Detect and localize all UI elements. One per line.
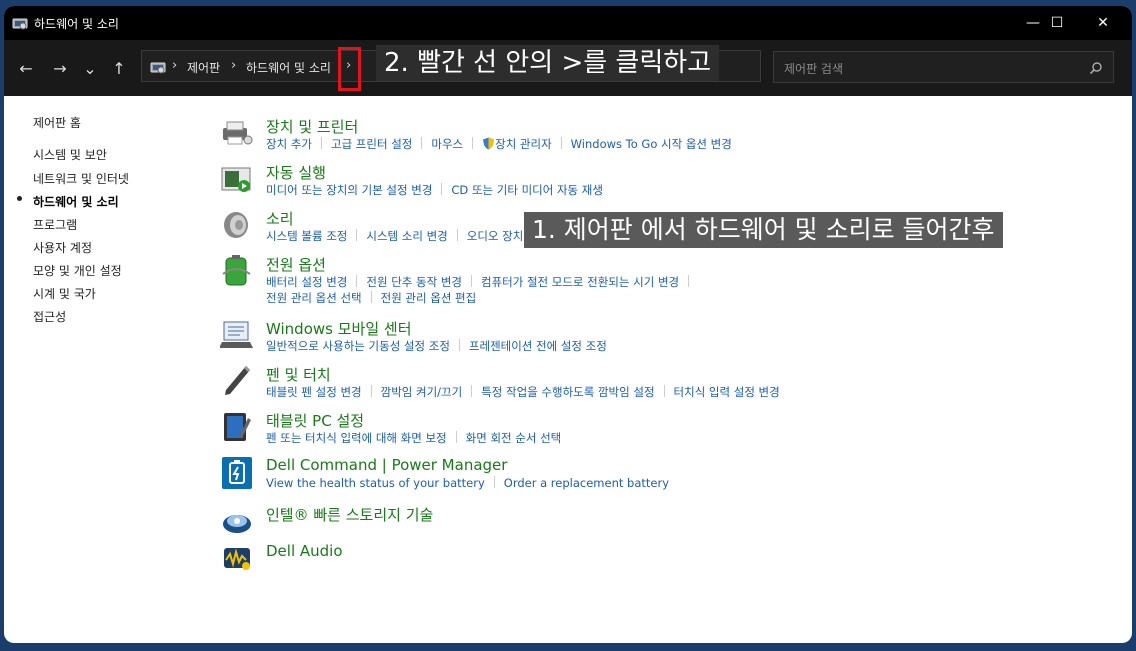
recent-locations-button[interactable]: ⌄	[78, 56, 102, 80]
sidebar-item-system-security[interactable]: 시스템 및 보안	[33, 146, 107, 163]
link-device-manager[interactable]: 장치 관리자	[495, 136, 552, 152]
annotation-step-1: 1. 제어판 에서 하드웨어 및 소리로 들어간후	[524, 212, 1003, 248]
link-battery-health[interactable]: View the health status of your battery	[266, 476, 485, 490]
up-button[interactable]: ↑	[107, 56, 131, 80]
link-media-defaults[interactable]: 미디어 또는 장치의 기본 설정 변경	[266, 182, 432, 198]
category-title[interactable]: Dell Audio	[266, 542, 343, 560]
arrow-up-icon: ↑	[112, 58, 126, 78]
sidebar-item-appearance[interactable]: 모양 및 개인 설정	[33, 262, 122, 279]
navigation-bar: ← → ⌄ ↑ › 제어판 › 하드웨어 및 소리 › 2. 빨간 선 안의 >…	[4, 40, 1132, 96]
chevron-down-icon: ⌄	[83, 58, 97, 78]
link-mouse[interactable]: 마우스	[431, 136, 463, 152]
link-presentation-settings[interactable]: 프레젠테이션 전에 설정 조정	[469, 338, 607, 354]
link-flicks-settings[interactable]: 특정 작업을 수행하도록 깜박임 설정	[481, 384, 654, 400]
link-rotation-order[interactable]: 화면 회전 순서 선택	[466, 430, 562, 446]
category-links: 배터리 설정 변경 전원 단추 동작 변경 컴퓨터가 절전 모드로 전환되는 시기 …	[266, 274, 698, 290]
pen-icon[interactable]	[220, 364, 254, 398]
sidebar: 제어판 홈 시스템 및 보안 네트워크 및 인터넷 하드웨어 및 소리 프로그램…	[4, 96, 214, 643]
dell-power-icon[interactable]	[220, 456, 254, 490]
control-panel-window: 하드웨어 및 소리 — ☐ ✕ ← → ⌄ ↑ › 제어판 › 하드웨어 및 소…	[4, 6, 1132, 643]
sidebar-item-hardware-sound[interactable]: 하드웨어 및 소리	[33, 193, 119, 210]
category-title[interactable]: Dell Command | Power Manager	[266, 456, 507, 474]
link-power-button[interactable]: 전원 단추 동작 변경	[366, 274, 462, 290]
category-links: 미디어 또는 장치의 기본 설정 변경 CD 또는 기타 미디어 자동 재생	[266, 182, 603, 198]
dell-audio-icon[interactable]	[220, 542, 254, 576]
category-links: 태블릿 펜 설정 변경 깜박임 켜기/끄기 특정 작업을 수행하도록 깜박임 설정 터…	[266, 384, 780, 400]
link-advanced-printer[interactable]: 고급 프린터 설정	[331, 136, 412, 152]
link-flicks-toggle[interactable]: 깜박임 켜기/끄기	[381, 384, 463, 400]
tablet-icon[interactable]	[220, 410, 254, 444]
link-calibrate-screen[interactable]: 펜 또는 터치식 입력에 대해 화면 보정	[266, 430, 447, 446]
search-icon	[1089, 60, 1103, 79]
arrow-right-icon: →	[53, 58, 67, 78]
link-system-sounds[interactable]: 시스템 소리 변경	[366, 228, 447, 244]
close-button[interactable]: ✕	[1080, 6, 1126, 40]
breadcrumb-separator[interactable]: ›	[172, 58, 177, 73]
link-pen-settings[interactable]: 태블릿 펜 설정 변경	[266, 384, 362, 400]
link-volume[interactable]: 시스템 볼륨 조정	[266, 228, 347, 244]
link-windows-to-go[interactable]: Windows To Go 시작 옵션 변경	[571, 136, 732, 152]
search-placeholder: 제어판 검색	[784, 62, 844, 76]
title-bar: 하드웨어 및 소리 — ☐ ✕	[4, 6, 1132, 40]
printer-icon[interactable]	[220, 116, 254, 150]
link-battery-settings[interactable]: 배터리 설정 변경	[266, 274, 347, 290]
category-links: 시스템 볼륨 조정 시스템 소리 변경 오디오 장치 관리	[266, 228, 548, 244]
speaker-icon[interactable]	[220, 208, 254, 242]
category-links-row-2: 전원 관리 옵션 선택 전원 관리 옵션 편집	[266, 290, 476, 306]
breadcrumb-hardware-sound[interactable]: 하드웨어 및 소리	[246, 59, 331, 76]
breadcrumb-control-panel[interactable]: 제어판	[187, 59, 220, 76]
category-title[interactable]: 인텔® 빠른 스토리지 기술	[266, 504, 433, 525]
link-mobility-settings[interactable]: 일반적으로 사용하는 기동성 설정 조정	[266, 338, 450, 354]
sidebar-item-home[interactable]: 제어판 홈	[33, 114, 81, 131]
category-links: 일반적으로 사용하는 기동성 설정 조정 프레젠테이션 전에 설정 조정	[266, 338, 607, 354]
sidebar-item-clock-region[interactable]: 시계 및 국가	[33, 285, 96, 302]
forward-button[interactable]: →	[48, 56, 72, 80]
maximize-button[interactable]: ☐	[1034, 6, 1080, 40]
link-cd-autoplay[interactable]: CD 또는 기타 미디어 자동 재생	[451, 182, 603, 198]
control-panel-icon	[150, 60, 166, 79]
breadcrumb-separator[interactable]: ›	[231, 58, 236, 73]
annotation-step-2: 2. 빨간 선 안의 >를 클릭하고	[376, 45, 720, 81]
search-box[interactable]: 제어판 검색	[773, 51, 1114, 83]
link-sleep-timing[interactable]: 컴퓨터가 절전 모드로 전환되는 시기 변경	[481, 274, 679, 290]
link-edit-power-plan[interactable]: 전원 관리 옵션 편집	[381, 291, 477, 305]
category-title[interactable]: 전원 옵션	[266, 254, 326, 275]
category-title[interactable]: 자동 실행	[266, 162, 326, 183]
category-title[interactable]: 소리	[266, 208, 294, 229]
link-add-device[interactable]: 장치 추가	[266, 136, 312, 152]
category-title[interactable]: Windows 모바일 센터	[266, 318, 412, 339]
sidebar-item-programs[interactable]: 프로그램	[33, 216, 77, 233]
autoplay-icon[interactable]	[220, 162, 254, 196]
category-title[interactable]: 펜 및 터치	[266, 364, 331, 385]
red-highlight-box	[338, 47, 361, 91]
mobility-center-icon[interactable]	[219, 318, 254, 352]
battery-icon[interactable]	[220, 254, 254, 288]
category-title[interactable]: 태블릿 PC 설정	[266, 410, 364, 431]
sidebar-item-accessibility[interactable]: 접근성	[33, 308, 66, 325]
sidebar-item-network[interactable]: 네트워크 및 인터넷	[33, 170, 129, 187]
window-title: 하드웨어 및 소리	[34, 17, 119, 31]
shield-icon	[482, 137, 495, 151]
arrow-left-icon: ←	[19, 58, 33, 78]
category-links: View the health status of your battery Or…	[266, 476, 669, 490]
control-panel-icon	[12, 16, 28, 35]
category-links: 장치 추가 고급 프린터 설정 마우스 장치 관리자 Windows To Go 시작 …	[266, 136, 732, 152]
category-links: 펜 또는 터치식 입력에 대해 화면 보정 화면 회전 순서 선택	[266, 430, 561, 446]
link-order-battery[interactable]: Order a replacement battery	[504, 476, 669, 490]
back-button[interactable]: ←	[14, 56, 38, 80]
intel-storage-icon[interactable]	[220, 504, 254, 538]
category-title[interactable]: 장치 및 프린터	[266, 116, 358, 137]
active-bullet	[17, 196, 22, 201]
link-touch-settings[interactable]: 터치식 입력 설정 변경	[674, 384, 780, 400]
sidebar-item-user-accounts[interactable]: 사용자 계정	[33, 239, 92, 256]
link-choose-power-plan[interactable]: 전원 관리 옵션 선택	[266, 291, 362, 305]
